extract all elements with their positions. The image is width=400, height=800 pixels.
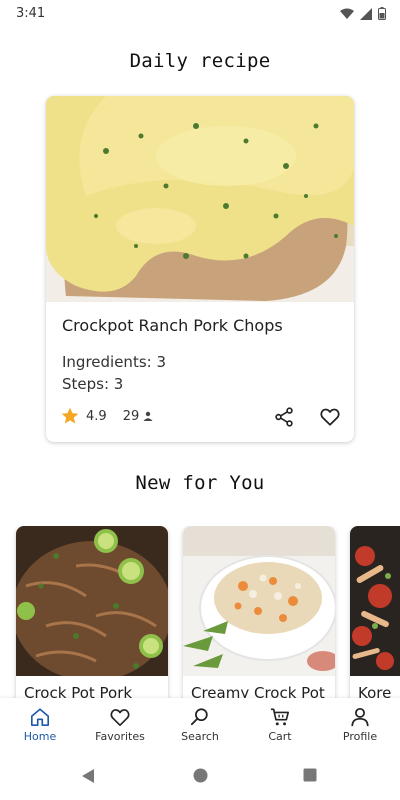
recents-icon[interactable]	[303, 768, 317, 782]
nav-item-search[interactable]: Search	[160, 698, 240, 754]
nav-item-favorites[interactable]: Favorites	[80, 698, 160, 754]
nav-label-favorites: Favorites	[95, 730, 145, 743]
new-recipe-card[interactable]: Crock Pot Pork	[16, 526, 168, 704]
cart-icon	[270, 708, 289, 726]
star-icon	[61, 407, 79, 424]
new-recipe-image	[16, 526, 168, 676]
search-icon	[190, 708, 208, 726]
favorite-button[interactable]	[318, 405, 342, 429]
home-circle-icon[interactable]	[193, 768, 208, 783]
daily-recipe-meta: Ingredients: 3 Steps: 3	[62, 351, 166, 395]
heart-outline-icon	[320, 408, 340, 426]
bottom-navigation: Home Favorites Search Cart Profile	[0, 698, 400, 754]
signal-icon	[360, 7, 372, 20]
rating-row: 4.9 29	[60, 406, 154, 426]
daily-recipe-card[interactable]: Crockpot Ranch Pork Chops Ingredients: 3…	[46, 96, 354, 442]
daily-recipe-title: Daily recipe	[129, 50, 271, 72]
status-bar: 3:41	[0, 0, 400, 28]
rating-value: 4.9	[86, 408, 107, 424]
heart-icon	[110, 709, 130, 726]
share-button[interactable]	[272, 405, 296, 429]
wifi-icon	[340, 8, 354, 19]
share-icon	[275, 407, 293, 427]
nav-item-profile[interactable]: Profile	[320, 698, 400, 754]
new-recipe-image	[183, 526, 335, 676]
daily-recipe-name: Crockpot Ranch Pork Chops	[62, 316, 283, 335]
steps-count: Steps: 3	[62, 375, 124, 393]
status-icons	[340, 7, 386, 20]
card-actions	[272, 405, 342, 429]
ingredients-count: Ingredients: 3	[62, 353, 167, 371]
reviews-count: 29	[122, 408, 140, 424]
new-for-you-carousel[interactable]: Crock Pot Pork Creamy Crock Pot Kore	[0, 526, 400, 704]
system-navigation-bar	[0, 754, 400, 800]
new-for-you-title: New for You	[135, 472, 265, 494]
nav-label-cart: Cart	[268, 730, 292, 743]
nav-item-cart[interactable]: Cart	[240, 698, 320, 754]
nav-label-profile: Profile	[342, 730, 378, 743]
back-icon[interactable]	[81, 768, 95, 784]
home-icon	[31, 708, 49, 726]
person-icon	[351, 707, 369, 727]
nav-item-home[interactable]: Home	[0, 698, 80, 754]
status-time: 3:41	[16, 6, 46, 21]
daily-recipe-image	[46, 96, 354, 302]
new-recipe-card[interactable]: Kore	[350, 526, 400, 704]
new-recipe-card[interactable]: Creamy Crock Pot	[183, 526, 335, 704]
person-small-icon	[143, 411, 153, 421]
battery-icon	[378, 7, 386, 20]
nav-label-home: Home	[23, 730, 57, 743]
new-recipe-image	[350, 526, 400, 676]
nav-label-search: Search	[181, 730, 219, 743]
